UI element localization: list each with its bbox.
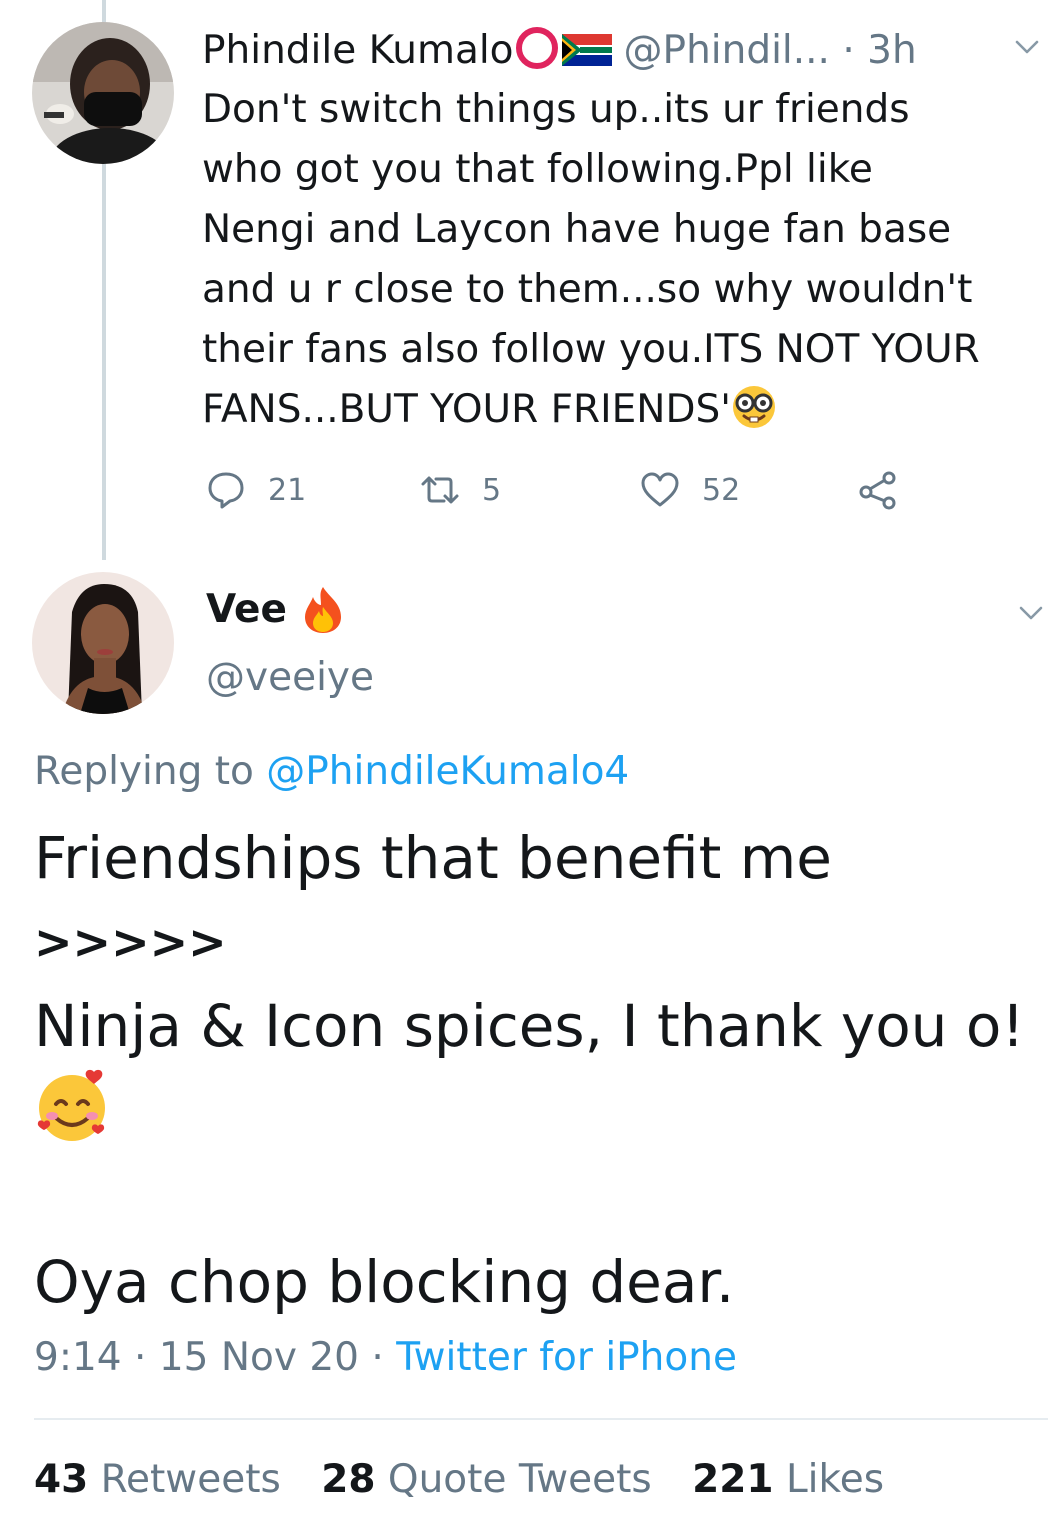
red-circle-icon	[515, 27, 558, 69]
vee-avatar-image	[32, 572, 174, 714]
parent-tweet-actions: 21 5 52	[202, 466, 922, 514]
main-text-blank-line	[34, 1156, 1044, 1240]
heart-icon	[641, 472, 679, 507]
parent-body-line: Nengi and Laycon have huge fan base	[202, 207, 952, 252]
meta-separator: ·	[371, 1335, 384, 1380]
phindile-avatar[interactable]	[32, 22, 174, 164]
reply-count: 21	[268, 472, 307, 508]
like-button[interactable]: 52	[640, 466, 740, 514]
fire-emoji-icon	[304, 587, 341, 633]
retweet-count: 5	[482, 472, 502, 508]
parent-tweet-time: · 3h	[842, 28, 917, 73]
tweet-time: 9:14	[34, 1335, 122, 1380]
likes-label: Likes	[773, 1457, 885, 1502]
share-icon	[859, 471, 896, 510]
main-tweet-text: Friendships that benefit me >>>>> Ninja …	[34, 816, 1044, 1324]
chevron-down-icon[interactable]	[1018, 600, 1044, 626]
share-button[interactable]	[858, 466, 898, 514]
replying-prefix: Replying to	[34, 749, 267, 794]
smiling-face-with-hearts-emoji-icon	[37, 1069, 105, 1141]
likes-count: 221	[692, 1457, 774, 1502]
likes-stat[interactable]: 221 Likes	[692, 1457, 884, 1502]
retweets-stat[interactable]: 43 Retweets	[34, 1457, 281, 1502]
main-text-line: Oya chop blocking dear.	[34, 1248, 735, 1316]
parent-author-handle[interactable]: @Phindil...	[624, 28, 830, 73]
parent-body-last-line: FANS...BUT YOUR FRIENDS'	[202, 380, 1047, 440]
quote-tweets-label: Quote Tweets	[375, 1457, 652, 1502]
parent-body-line: Don't switch things up..its ur friends	[202, 87, 910, 132]
reply-icon	[208, 472, 244, 509]
parent-body-line: and u r close to them...so why wouldn't	[202, 267, 973, 312]
tweet-stats: 43 Retweets 28 Quote Tweets 221 Likes	[34, 1452, 912, 1508]
nerd-face-emoji-icon	[732, 386, 775, 428]
parent-body-line: their fans also follow you.ITS NOT YOUR	[202, 327, 980, 372]
main-author-handle[interactable]: @veeiye	[206, 650, 374, 706]
main-text-line: Ninja & Icon spices, I thank you o!	[34, 992, 1025, 1060]
retweets-count: 43	[34, 1457, 89, 1502]
replying-to-mention[interactable]: @PhindileKumalo4	[266, 749, 629, 794]
retweet-button[interactable]: 5	[420, 466, 501, 514]
parent-tweet-header: Phindile Kumalo @Phindil... · 3h	[202, 24, 1042, 78]
chevron-down-icon[interactable]	[1014, 34, 1040, 60]
phindile-avatar-image	[32, 22, 174, 164]
main-text-line: Friendships that benefit me	[34, 824, 832, 892]
retweets-label: Retweets	[88, 1457, 281, 1502]
meta-separator: ·	[134, 1335, 147, 1380]
retweet-icon	[421, 476, 459, 504]
main-text-arrows: >>>>>	[34, 915, 227, 969]
parent-body-line: who got you that following.Ppl like	[202, 147, 873, 192]
like-count: 52	[702, 472, 741, 508]
quote-tweets-count: 28	[321, 1457, 376, 1502]
tweet-source-link[interactable]: Twitter for iPhone	[396, 1335, 737, 1380]
main-author-name-row: Vee	[206, 582, 345, 638]
main-author-name[interactable]: Vee	[206, 582, 287, 638]
parent-tweet-body: Don't switch things up..its ur friends w…	[202, 80, 1047, 440]
stats-divider	[34, 1418, 1048, 1420]
reply-button[interactable]: 21	[206, 466, 306, 514]
tweet-date: 15 Nov 20	[158, 1335, 359, 1380]
quote-tweets-stat[interactable]: 28 Quote Tweets	[321, 1457, 652, 1502]
south-africa-flag-icon	[561, 34, 612, 66]
tweet-meta: 9:14 · 15 Nov 20 · Twitter for iPhone	[34, 1328, 737, 1388]
main-text-emoji-line	[34, 1068, 1044, 1156]
parent-author-name[interactable]: Phindile Kumalo	[202, 28, 514, 73]
replying-to-line: Replying to @PhindileKumalo4	[34, 744, 629, 800]
vee-avatar[interactable]	[32, 572, 174, 714]
